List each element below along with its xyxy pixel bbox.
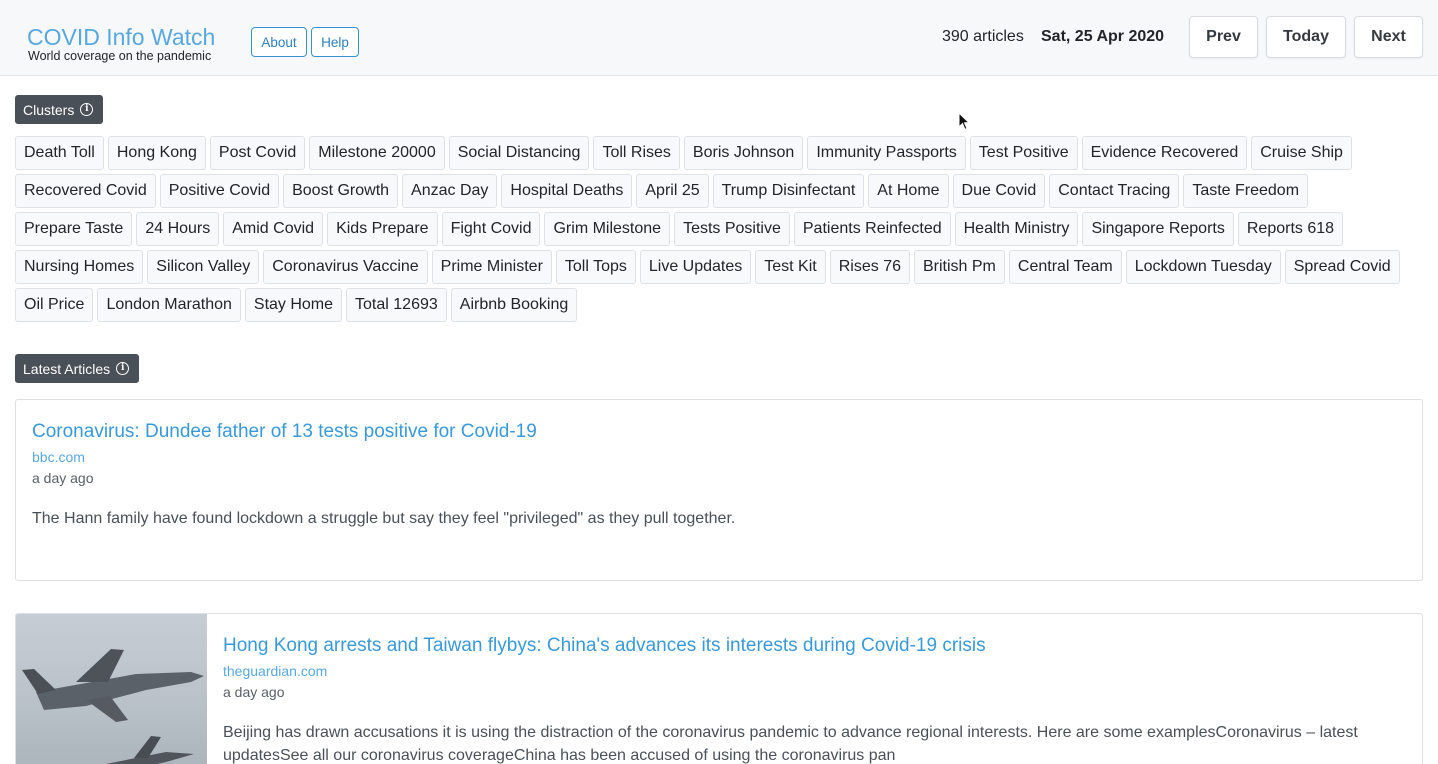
article-time: a day ago [32, 470, 94, 486]
cluster-chip[interactable]: Boris Johnson [683, 136, 804, 170]
clusters-label: Clusters i [15, 95, 104, 124]
cluster-chip[interactable]: Silicon Valley [147, 250, 260, 284]
cluster-chip[interactable]: Singapore Reports [1082, 212, 1234, 246]
cluster-chip[interactable]: Anzac Day [402, 174, 498, 208]
article-source[interactable]: bbc.com [32, 448, 735, 466]
cluster-chip[interactable]: British Pm [913, 250, 1005, 284]
article-thumbnail[interactable] [16, 614, 207, 764]
cluster-chip[interactable]: Prime Minister [431, 250, 552, 284]
mouse-cursor-icon [958, 112, 970, 131]
cluster-chip[interactable]: At Home [868, 174, 949, 208]
clusters-label-text: Clusters [23, 101, 75, 118]
cluster-chip[interactable]: Patients Reinfected [793, 212, 951, 246]
about-button[interactable]: About [251, 27, 307, 57]
cluster-chip[interactable]: Positive Covid [159, 174, 280, 208]
cluster-chip[interactable]: Evidence Recovered [1081, 136, 1248, 170]
cluster-chip[interactable]: Grim Milestone [544, 212, 671, 246]
fighter-jet-image [22, 649, 204, 764]
cluster-chip[interactable]: Tests Positive [674, 212, 790, 246]
cluster-chip[interactable]: Cruise Ship [1251, 136, 1352, 170]
cluster-chip[interactable]: Test Positive [969, 136, 1078, 170]
cluster-chip[interactable]: Death Toll [15, 136, 104, 170]
cluster-chip[interactable]: Oil Price [15, 288, 94, 322]
cluster-list: Death Toll Hong Kong Post Covid Milestone 2… [15, 136, 1425, 322]
cluster-chip[interactable]: Test Kit [755, 250, 826, 284]
cluster-chip[interactable]: Immunity Passports [807, 136, 966, 170]
article-body: Coronavirus: Dundee father of 13 tests p… [32, 420, 735, 530]
cluster-chip[interactable]: Coronavirus Vaccine [263, 250, 428, 284]
cluster-chip[interactable]: Stay Home [244, 288, 343, 322]
article-description: The Hann family have found lockdown a st… [32, 510, 736, 527]
article-count: 390 articles [942, 28, 1024, 45]
cluster-chip[interactable]: Contact Tracing [1049, 174, 1180, 208]
cluster-chip[interactable]: Airbnb Booking [450, 288, 578, 322]
cluster-chip[interactable]: Toll Rises [593, 136, 680, 170]
article-title[interactable]: Hong Kong arrests and Taiwan flybys: Chi… [223, 634, 1408, 658]
latest-articles-label: Latest Articles i [15, 354, 140, 383]
cluster-chip[interactable]: London Marathon [97, 288, 241, 322]
cluster-chip[interactable]: Nursing Homes [15, 250, 144, 284]
cluster-chip[interactable]: Central Team [1008, 250, 1122, 284]
cluster-chip[interactable]: Hospital Deaths [501, 174, 633, 208]
current-date: Sat, 25 Apr 2020 [1041, 28, 1165, 45]
article-card: Hong Kong arrests and Taiwan flybys: Chi… [15, 613, 1423, 764]
brand[interactable]: COVID Info Watch World coverage on the p… [27, 24, 215, 63]
info-icon[interactable]: i [80, 103, 94, 116]
cluster-chip[interactable]: Due Covid [952, 174, 1046, 208]
cluster-chip[interactable]: Milestone 20000 [309, 136, 445, 170]
cluster-chip[interactable]: Total 12693 [346, 288, 447, 322]
article-time: a day ago [223, 684, 285, 700]
cluster-chip[interactable]: Lockdown Tuesday [1125, 250, 1281, 284]
brand-title[interactable]: COVID Info Watch [27, 24, 215, 50]
cluster-chip[interactable]: Recovered Covid [15, 174, 156, 208]
cluster-chip[interactable]: 24 Hours [136, 212, 220, 246]
info-icon[interactable]: i [116, 362, 130, 375]
help-button[interactable]: Help [311, 27, 359, 57]
article-description: Beijing has drawn accusations it is usin… [223, 724, 1358, 764]
cluster-chip[interactable]: April 25 [636, 174, 709, 208]
brand-subtitle: World coverage on the pandemic [28, 49, 212, 63]
header: COVID Info Watch World coverage on the p… [0, 0, 1438, 76]
latest-articles-label-text: Latest Articles [23, 360, 111, 377]
today-button[interactable]: Today [1266, 16, 1346, 58]
cluster-chip[interactable]: Social Distancing [448, 136, 590, 170]
cluster-chip[interactable]: Rises 76 [829, 250, 910, 284]
cluster-chip[interactable]: Live Updates [639, 250, 752, 284]
cluster-chip[interactable]: Reports 618 [1237, 212, 1344, 246]
cluster-chip[interactable]: Toll Tops [555, 250, 636, 284]
cluster-chip[interactable]: Trump Disinfectant [712, 174, 865, 208]
cluster-chip[interactable]: Spread Covid [1284, 250, 1400, 284]
cluster-chip[interactable]: Boost Growth [283, 174, 399, 208]
cluster-chip[interactable]: Prepare Taste [15, 212, 133, 246]
article-title[interactable]: Coronavirus: Dundee father of 13 tests p… [32, 420, 735, 444]
prev-button[interactable]: Prev [1189, 16, 1258, 58]
cluster-chip[interactable]: Kids Prepare [327, 212, 438, 246]
cluster-chip[interactable]: Health Ministry [954, 212, 1079, 246]
cluster-chip[interactable]: Fight Covid [441, 212, 541, 246]
article-body: Hong Kong arrests and Taiwan flybys: Chi… [223, 634, 1408, 764]
cluster-chip[interactable]: Hong Kong [107, 136, 206, 170]
article-card: Coronavirus: Dundee father of 13 tests p… [15, 399, 1423, 581]
cluster-chip[interactable]: Taste Freedom [1183, 174, 1309, 208]
next-button[interactable]: Next [1354, 16, 1423, 58]
cluster-chip[interactable]: Amid Covid [223, 212, 324, 246]
article-source[interactable]: theguardian.com [223, 662, 1408, 680]
cluster-chip[interactable]: Post Covid [209, 136, 306, 170]
